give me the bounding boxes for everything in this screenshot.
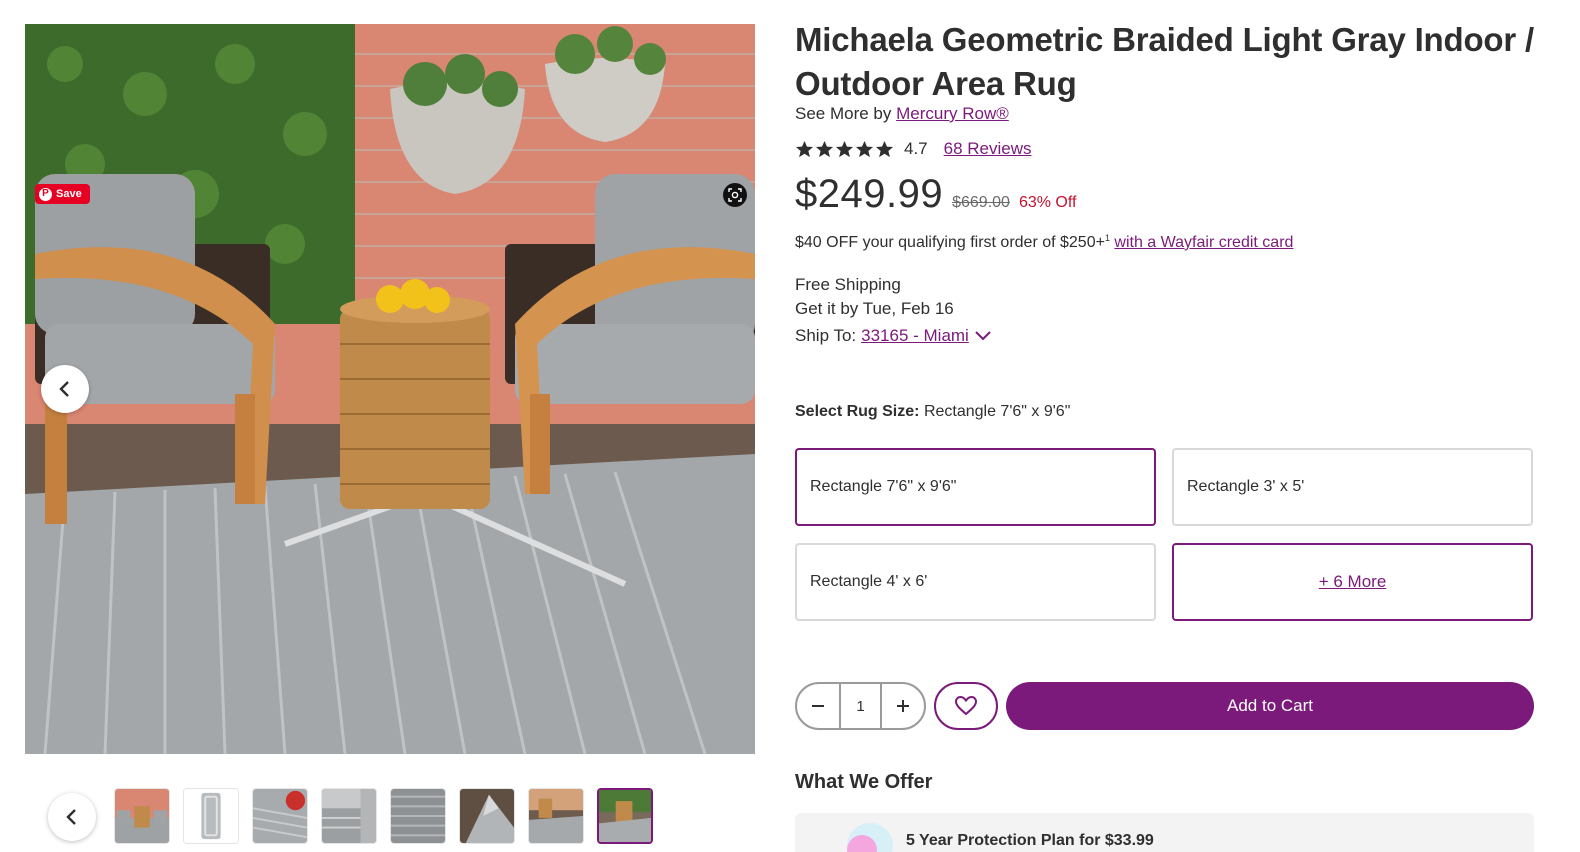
what-we-offer-heading: What We Offer xyxy=(795,771,933,793)
reviews-link[interactable]: 68 Reviews xyxy=(944,139,1032,159)
rating-row: 4.7 68 Reviews xyxy=(795,139,1032,159)
quantity-input[interactable]: 1 xyxy=(838,684,883,728)
ship-to-location-link[interactable]: 33165 - Miami xyxy=(861,324,969,348)
see-more-prefix: See More by xyxy=(795,104,892,123)
heart-icon xyxy=(955,696,977,716)
size-selector-label: Select Rug Size: Rectangle 7'6" x 9'6" xyxy=(795,403,1070,421)
product-main-image[interactable]: P Save xyxy=(25,24,755,754)
decrease-quantity-button[interactable] xyxy=(797,684,839,728)
thumbnail-4[interactable] xyxy=(321,788,377,844)
pinterest-icon: P xyxy=(39,187,52,201)
chevron-left-icon xyxy=(59,381,69,397)
thumbnail-1[interactable] xyxy=(114,788,170,844)
discount-badge: 63% Off xyxy=(1018,194,1077,211)
add-to-cart-button[interactable]: Add to Cart xyxy=(1006,682,1534,730)
star-icon xyxy=(855,140,874,157)
star-icon xyxy=(795,140,814,157)
size-option[interactable]: Rectangle 3' x 5' xyxy=(1172,448,1533,526)
thumbnail-strip xyxy=(114,788,653,844)
ship-to-label: Ship To: xyxy=(795,326,857,345)
pinterest-save-button[interactable]: P Save xyxy=(35,184,90,204)
star-icon xyxy=(815,140,834,157)
price-row: $249.99 $669.00 63% Off xyxy=(795,172,1076,217)
protection-plan-card[interactable]: 5 Year Protection Plan for $33.99 xyxy=(795,813,1534,852)
selected-size-value: Rectangle 7'6" x 9'6" xyxy=(923,403,1071,420)
thumbnail-3[interactable] xyxy=(252,788,308,844)
rating-value: 4.7 xyxy=(904,139,928,158)
size-option[interactable]: Rectangle 4' x 6' xyxy=(795,543,1156,621)
camera-search-icon[interactable] xyxy=(723,183,747,207)
brand-link[interactable]: Mercury Row® xyxy=(896,104,1009,123)
promo-footnote: 1 xyxy=(1104,233,1110,243)
thumbnail-2[interactable] xyxy=(183,788,239,844)
minus-icon xyxy=(811,705,824,707)
pinterest-save-label: Save xyxy=(56,188,82,200)
sale-price: $249.99 xyxy=(795,172,944,216)
free-shipping-text: Free Shipping xyxy=(795,275,901,294)
favorite-button[interactable] xyxy=(934,682,998,730)
size-options: Rectangle 7'6" x 9'6" Rectangle 3' x 5' … xyxy=(795,448,1533,621)
product-title: Michaela Geometric Braided Light Gray In… xyxy=(795,21,1534,102)
plus-icon xyxy=(897,700,910,712)
credit-card-promo: $40 OFF your qualifying first order of $… xyxy=(795,233,1293,252)
quantity-stepper: 1 xyxy=(795,682,926,730)
thumbnail-6[interactable] xyxy=(459,788,515,844)
previous-image-button[interactable] xyxy=(41,365,89,413)
delivery-eta: Get it by Tue, Feb 16 xyxy=(795,299,954,318)
thumbnail-7[interactable] xyxy=(528,788,584,844)
chevron-left-icon xyxy=(66,809,76,825)
ship-to-row: Ship To: 33165 - Miami xyxy=(795,324,992,348)
chevron-down-icon[interactable] xyxy=(974,329,992,343)
thumbnail-5[interactable] xyxy=(390,788,446,844)
more-sizes-label: + 6 More xyxy=(1318,572,1387,591)
star-icon xyxy=(835,140,854,157)
shipping-info: Free Shipping Get it by Tue, Feb 16 Ship… xyxy=(795,273,992,348)
increase-quantity-button[interactable] xyxy=(882,684,924,728)
star-icon xyxy=(875,140,894,157)
original-price: $669.00 xyxy=(952,194,1010,211)
protection-plan-text: 5 Year Protection Plan for $33.99 xyxy=(906,832,1154,849)
more-sizes-button[interactable]: + 6 More xyxy=(1172,543,1533,621)
promo-text: $40 OFF your qualifying first order of $… xyxy=(795,234,1105,251)
thumbnail-8[interactable] xyxy=(597,788,653,844)
size-option[interactable]: Rectangle 7'6" x 9'6" xyxy=(795,448,1156,526)
size-label-heading: Select Rug Size: xyxy=(795,403,920,420)
product-photo-scene xyxy=(25,24,755,754)
protection-plan-icon xyxy=(847,823,893,852)
star-rating xyxy=(795,140,894,159)
credit-card-link[interactable]: with a Wayfair credit card xyxy=(1114,234,1293,251)
brand-byline: See More by Mercury Row® xyxy=(795,104,1009,124)
thumbnail-prev-button[interactable] xyxy=(48,793,96,841)
